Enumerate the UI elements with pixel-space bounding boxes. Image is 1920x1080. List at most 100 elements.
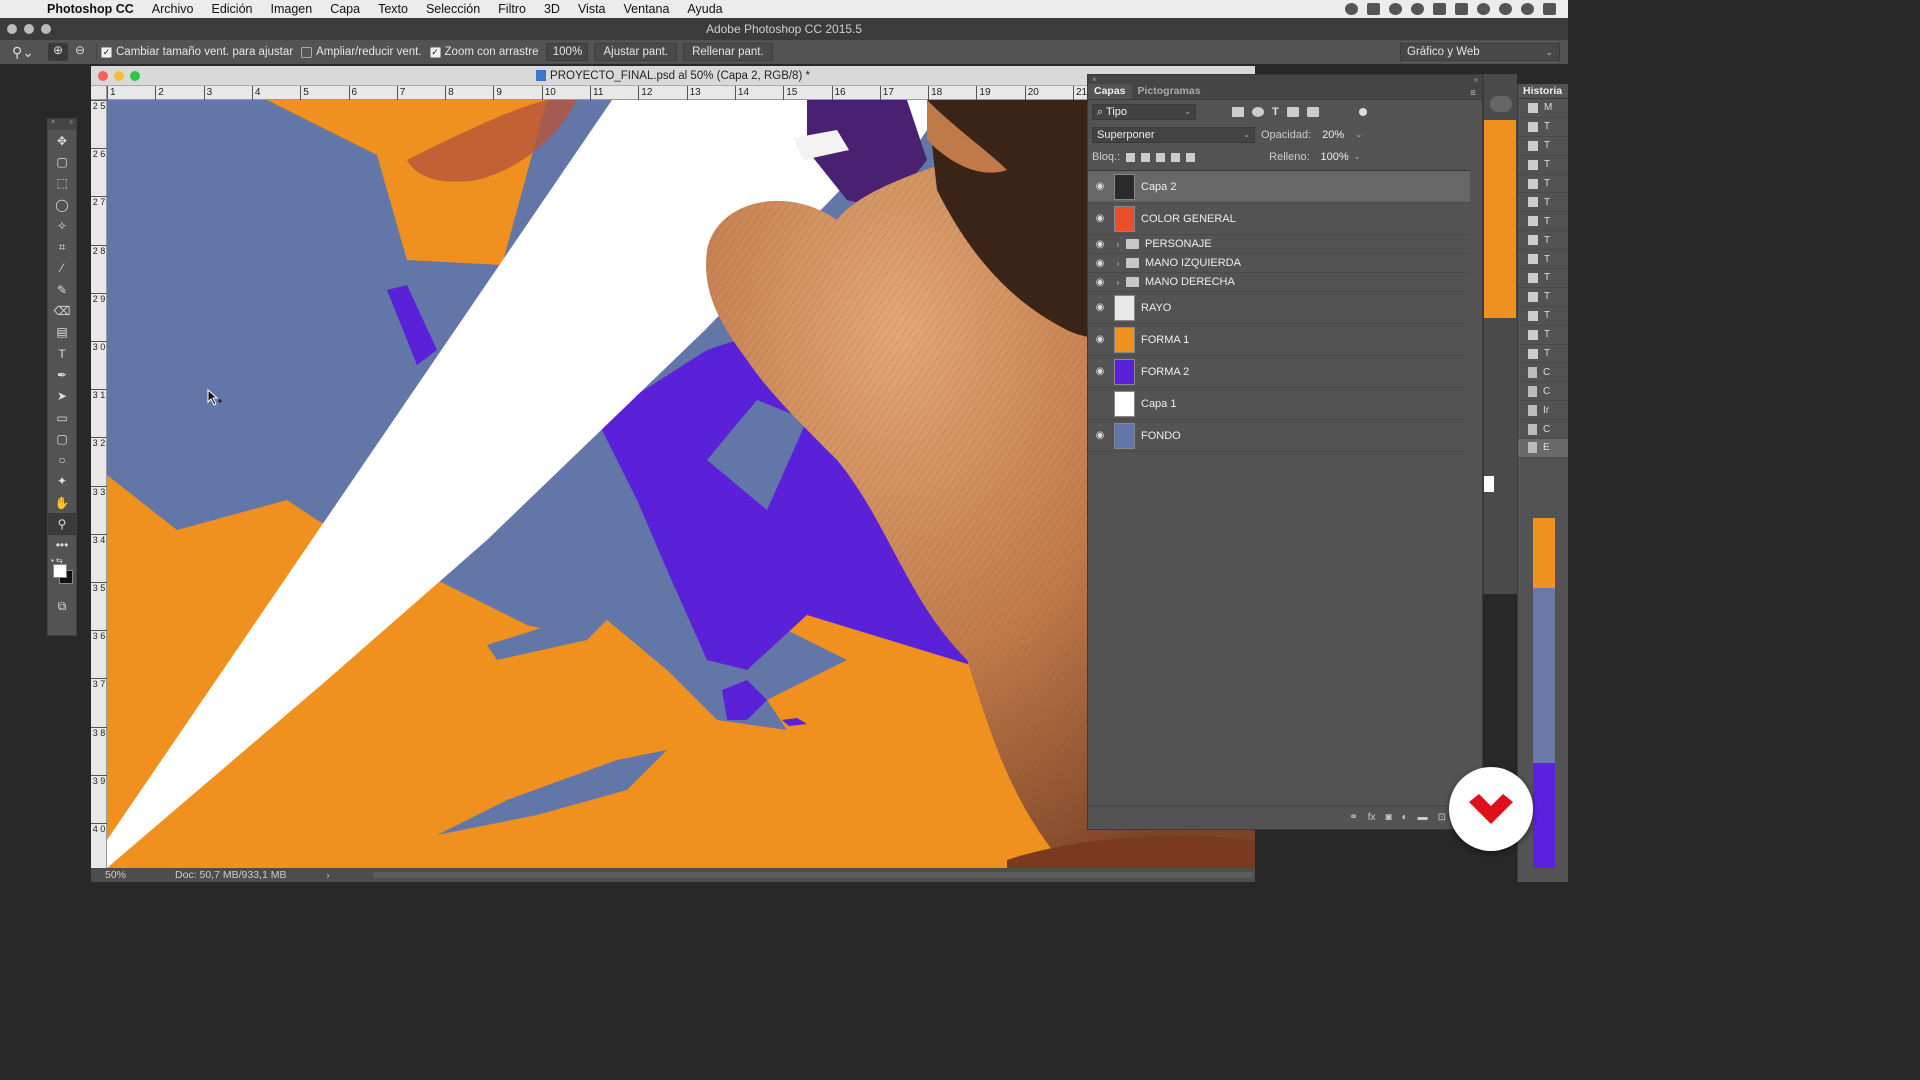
siri-icon[interactable] — [1521, 3, 1534, 15]
zoom-document-icon[interactable] — [130, 71, 140, 81]
menu-imagen[interactable]: Imagen — [261, 2, 321, 16]
fill-input[interactable]: 100% ⌄ — [1316, 149, 1364, 165]
horizontal-scrollbar[interactable] — [373, 872, 1253, 878]
history-item[interactable]: T — [1518, 288, 1568, 307]
notification-center-icon[interactable] — [1543, 3, 1556, 15]
layer-thumbnail[interactable] — [1114, 390, 1135, 417]
more-tools-icon[interactable]: ••• — [48, 535, 76, 556]
document-tab[interactable]: PROYECTO_FINAL.psd al 50% (Capa 2, RGB/8… — [91, 66, 1255, 86]
history-item[interactable]: T — [1518, 118, 1568, 137]
menu-filtro[interactable]: Filtro — [489, 2, 535, 16]
history-item[interactable]: C — [1518, 382, 1568, 402]
magic-wand-tool-icon[interactable]: ✧ — [48, 215, 76, 236]
history-item[interactable]: T — [1518, 212, 1568, 232]
crop-tool-icon[interactable]: ⌗ — [48, 236, 76, 257]
add-mask-icon[interactable]: ◙ — [1386, 812, 1392, 823]
artboard-tool-icon[interactable]: ▢ — [48, 151, 76, 172]
ellipse-tool-icon[interactable]: ○ — [48, 449, 76, 470]
visibility-eye-icon[interactable]: ◉ — [1088, 398, 1112, 409]
menu-seleccion[interactable]: Selección — [417, 2, 489, 16]
panel-menu-icon[interactable]: ≡ — [1470, 88, 1482, 99]
close-panel-icon[interactable]: × — [51, 119, 55, 130]
menu-ayuda[interactable]: Ayuda — [678, 2, 731, 16]
zoom-100-button[interactable]: 100% — [546, 43, 589, 61]
chevron-right-icon[interactable]: › — [326, 870, 329, 880]
marquee-tool-icon[interactable]: ⬚ — [48, 173, 76, 194]
history-item[interactable]: C — [1518, 363, 1568, 383]
menu-ventana[interactable]: Ventana — [615, 2, 679, 16]
tools-panel-header[interactable]: ×» — [48, 119, 76, 130]
rounded-rectangle-tool-icon[interactable]: ▢ — [48, 428, 76, 449]
expand-group-icon[interactable]: › — [1112, 259, 1124, 268]
layer-row[interactable]: ◉ › MANO IZQUIERDA — [1088, 254, 1470, 273]
gradient-tool-icon[interactable]: ▤ — [48, 322, 76, 343]
layer-row[interactable]: ◉ RAYO — [1088, 292, 1470, 324]
zoom-in-icon[interactable]: ⊕ — [48, 43, 68, 61]
collapse-panel-icon[interactable]: » — [69, 119, 73, 130]
path-selection-tool-icon[interactable]: ➤ — [48, 386, 76, 407]
layer-row[interactable]: ◉ FONDO — [1088, 420, 1470, 452]
menu-texto[interactable]: Texto — [369, 2, 417, 16]
history-item[interactable]: Ir — [1518, 401, 1568, 421]
lock-pixels-icon[interactable] — [1141, 152, 1151, 162]
layer-thumbnail[interactable] — [1114, 358, 1135, 385]
smart-object-filter-icon[interactable] — [1306, 107, 1319, 117]
zoom-tool-icon[interactable]: ⚲ — [48, 513, 76, 535]
menu-vista[interactable]: Vista — [569, 2, 615, 16]
history-item[interactable]: E — [1518, 439, 1568, 458]
layer-row[interactable]: ◉ FORMA 1 — [1088, 324, 1470, 356]
pen-tool-icon[interactable]: ✒ — [48, 364, 76, 385]
layer-thumbnail[interactable] — [1114, 173, 1135, 200]
tab-capas[interactable]: Capas — [1088, 84, 1132, 99]
creative-cloud-icon[interactable] — [1411, 3, 1424, 15]
close-document-icon[interactable] — [98, 71, 108, 81]
lasso-tool-icon[interactable]: ◯ — [48, 194, 76, 215]
ruler-origin[interactable] — [91, 86, 107, 100]
screen-mode-icon[interactable]: ⧉ — [48, 596, 76, 617]
history-item[interactable]: T — [1518, 193, 1568, 213]
visibility-eye-icon[interactable]: ◉ — [1088, 181, 1112, 192]
scrubby-zoom-checkbox[interactable]: ✓ Zoom con arrastre — [429, 46, 538, 58]
link-layers-icon[interactable]: ⚭ — [1349, 812, 1357, 823]
pixel-filter-icon[interactable] — [1232, 107, 1244, 117]
history-item[interactable]: T — [1518, 250, 1568, 270]
rectangle-tool-icon[interactable]: ▭ — [48, 407, 76, 428]
checkbox-unchecked-icon[interactable] — [301, 46, 313, 58]
zoom-level[interactable]: 50% — [91, 869, 161, 881]
blend-mode-select[interactable]: Superponer ⌄ — [1092, 127, 1255, 143]
expand-group-icon[interactable]: › — [1112, 278, 1124, 287]
menu-3d[interactable]: 3D — [535, 2, 569, 16]
sync-icon[interactable] — [1389, 3, 1402, 15]
move-tool-icon[interactable]: ✥ — [48, 130, 76, 151]
layer-row[interactable]: ◉ FORMA 2 — [1088, 356, 1470, 388]
layer-thumbnail[interactable] — [1114, 294, 1135, 321]
visibility-eye-icon[interactable]: ◉ — [1088, 366, 1112, 377]
workspace-select[interactable]: Gráfico y Web ⌄ — [1400, 43, 1560, 61]
layer-thumbnail[interactable] — [1114, 205, 1135, 232]
history-item[interactable]: C — [1518, 420, 1568, 440]
app-icon[interactable] — [1433, 3, 1446, 15]
lock-transparency-icon[interactable] — [1126, 152, 1136, 162]
filter-kind-select[interactable]: ⌕ Tipo ⌄ — [1092, 104, 1196, 120]
layer-thumbnail[interactable] — [1114, 326, 1135, 353]
zoom-out-icon[interactable]: ⊖ — [70, 43, 90, 61]
type-tool-icon[interactable]: T — [48, 343, 76, 364]
new-layer-icon[interactable]: ⊡ — [1438, 812, 1446, 823]
libraries-icon[interactable] — [1490, 96, 1512, 112]
lock-position-icon[interactable] — [1156, 152, 1166, 162]
checkbox-checked-icon[interactable]: ✓ — [101, 46, 112, 58]
visibility-eye-icon[interactable]: ◉ — [1088, 277, 1112, 288]
visibility-eye-icon[interactable]: ◉ — [1088, 239, 1112, 250]
menu-archivo[interactable]: Archivo — [143, 2, 203, 16]
visibility-eye-icon[interactable]: ◉ — [1088, 334, 1112, 345]
record-icon[interactable] — [1345, 3, 1358, 15]
history-item[interactable]: T — [1518, 175, 1568, 194]
brush-tool-icon[interactable]: ✎ — [48, 279, 76, 300]
zoom-window-icon[interactable] — [41, 24, 51, 34]
menu-capa[interactable]: Capa — [321, 2, 369, 16]
search-icon[interactable] — [1499, 3, 1512, 15]
custom-shape-tool-icon[interactable]: ✦ — [48, 471, 76, 492]
resize-windows-checkbox[interactable]: ✓ Cambiar tamaño vent. para ajustar — [101, 46, 293, 58]
zoom-all-windows-checkbox[interactable]: Ampliar/reducir vent. — [301, 46, 422, 58]
adjustment-filter-icon[interactable] — [1252, 107, 1264, 117]
